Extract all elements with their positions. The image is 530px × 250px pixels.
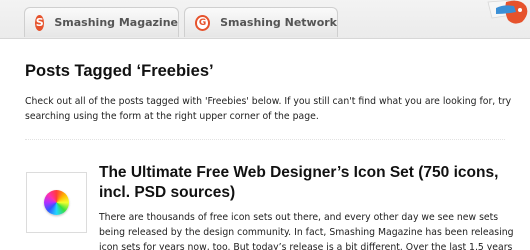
- smashing-magazine-logo-icon: S: [35, 14, 45, 31]
- excerpt-line: There are thousands of free icon sets ou…: [99, 212, 499, 223]
- excerpt-line: being released by the design community. …: [99, 227, 514, 238]
- mascot-illustration-icon: [487, 0, 528, 24]
- excerpt-line: icon sets for years now, too. But today’…: [99, 242, 513, 250]
- tab-label: Smashing Network: [220, 16, 337, 29]
- post-title-link[interactable]: The Ultimate Free Web Designer’s Icon Se…: [99, 163, 519, 203]
- page-title: Posts Tagged ‘Freebies’: [25, 62, 214, 80]
- tab-label: Smashing Magazine: [54, 16, 178, 29]
- color-wheel-icon: [44, 190, 69, 215]
- post-excerpt: There are thousands of free icon sets ou…: [99, 210, 519, 250]
- page: S Smashing Magazine G Smashing Network P…: [0, 0, 530, 250]
- site-tab-bar: S Smashing Magazine G Smashing Network: [0, 0, 530, 39]
- divider: [25, 139, 505, 140]
- page-intro-text: Check out all of the posts tagged with '…: [25, 96, 512, 122]
- post-thumbnail[interactable]: [26, 172, 87, 233]
- smashing-network-logo-icon: G: [195, 14, 211, 31]
- tab-smashing-network[interactable]: G Smashing Network: [184, 7, 338, 37]
- tab-smashing-magazine[interactable]: S Smashing Magazine: [24, 7, 179, 37]
